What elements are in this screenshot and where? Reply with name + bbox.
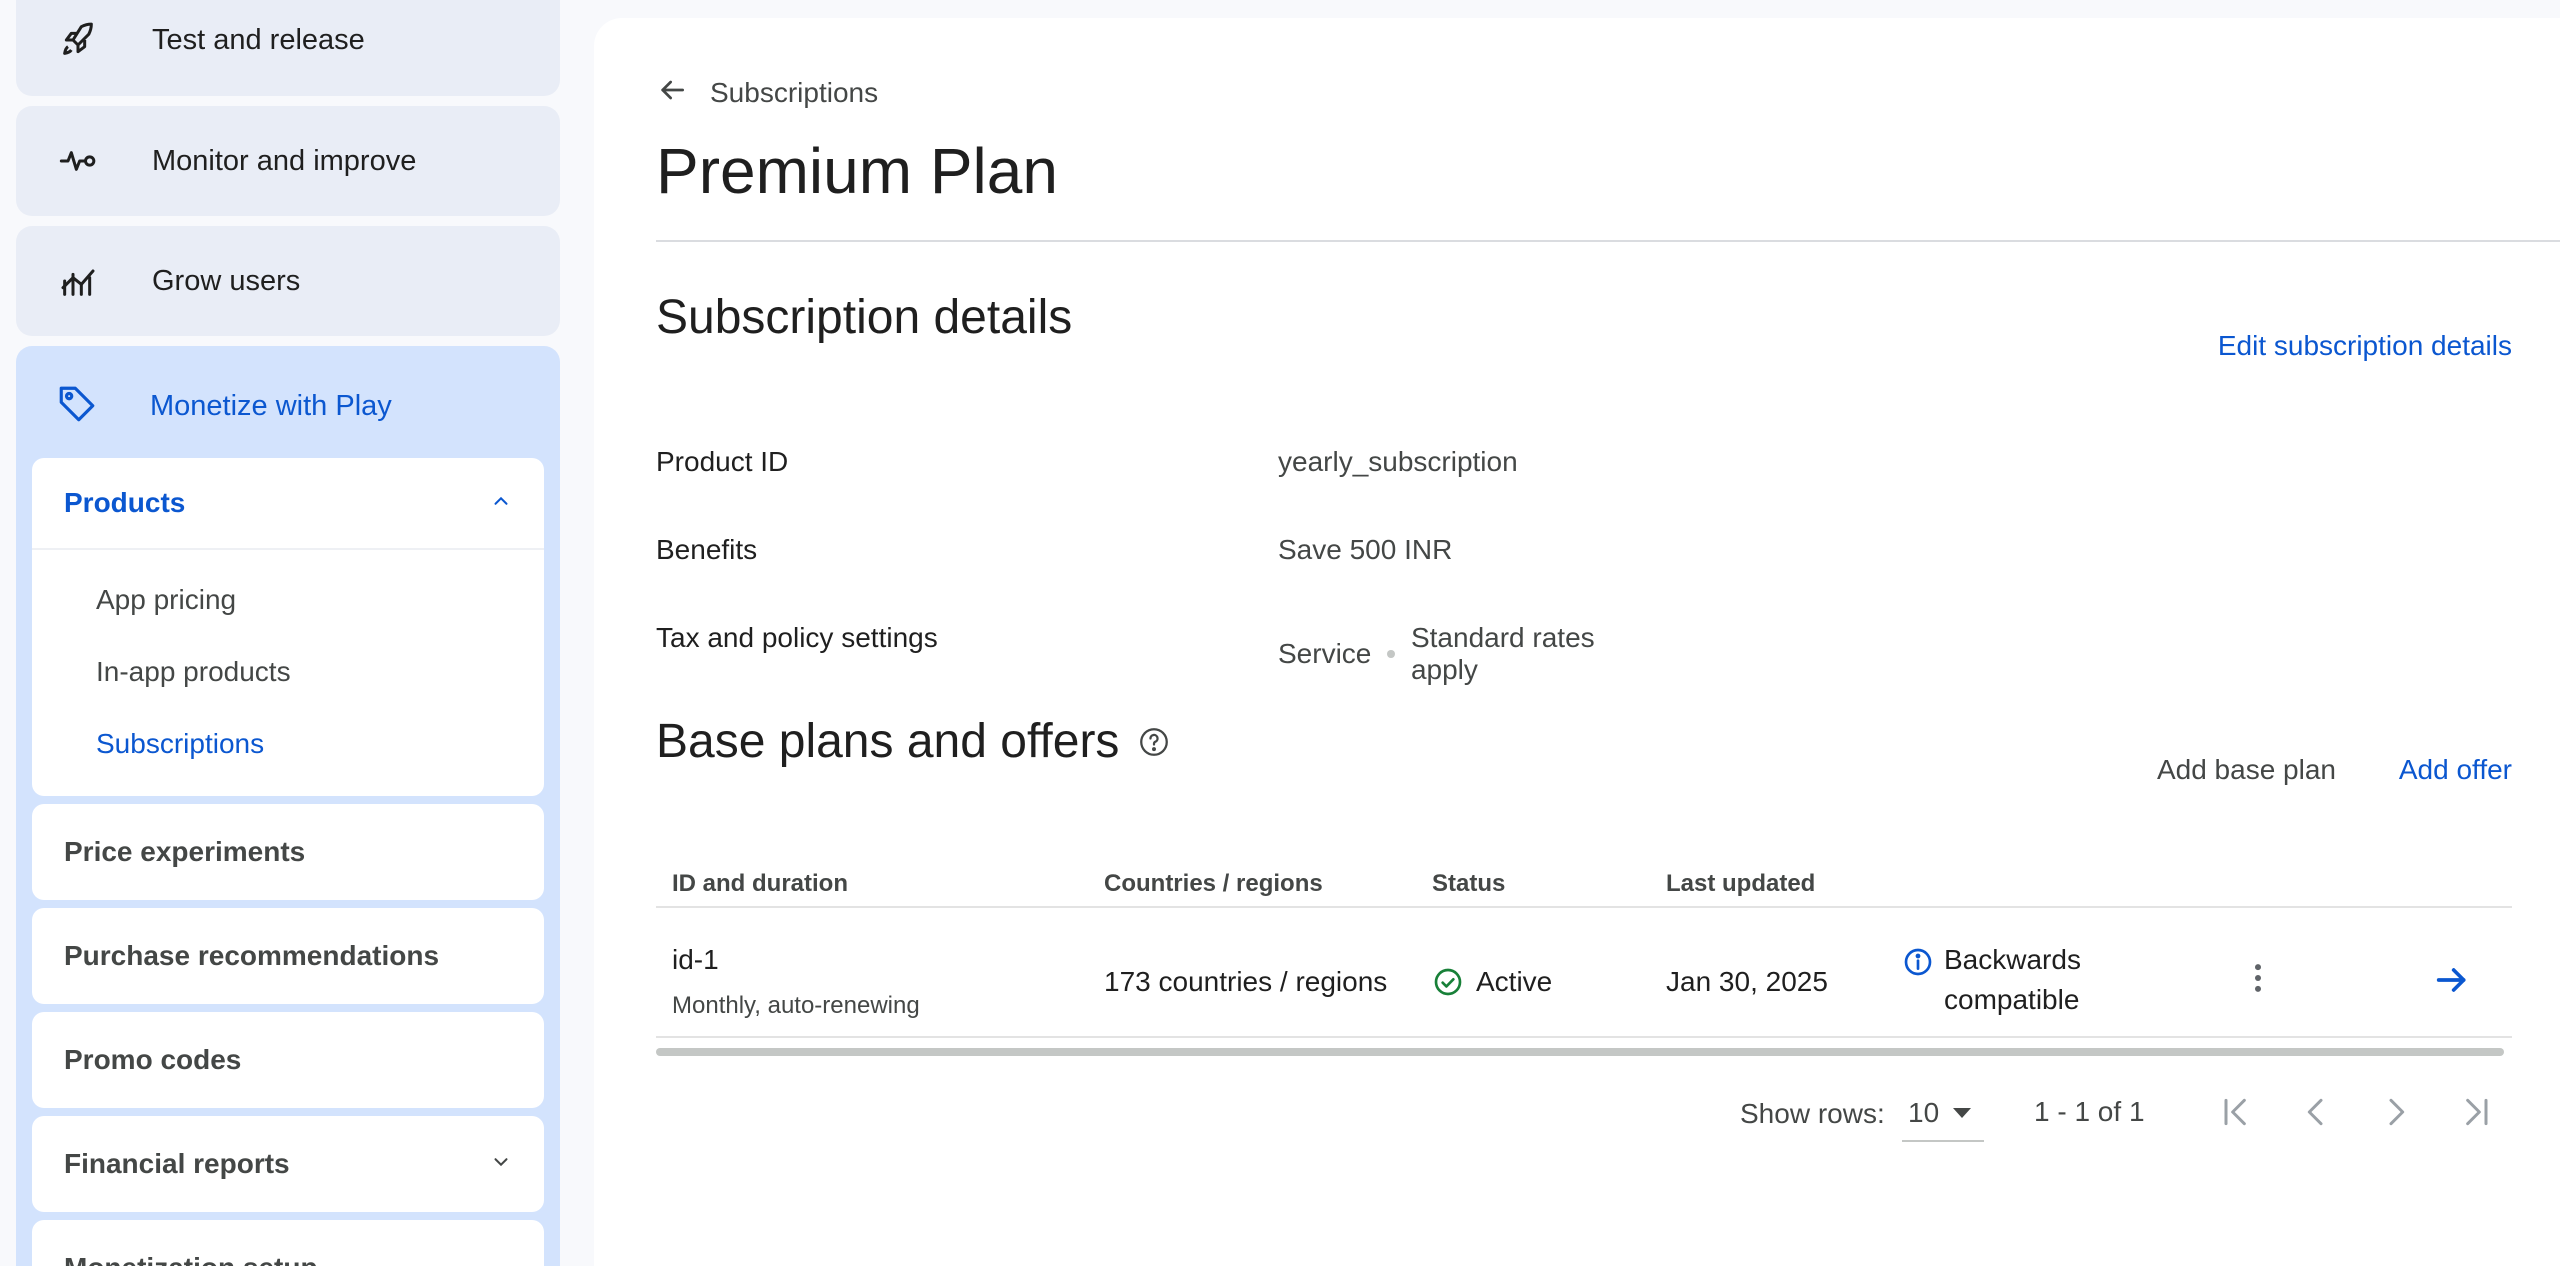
detail-key: Product ID — [656, 446, 789, 477]
last-page-icon[interactable] — [2454, 1090, 2498, 1134]
backwards-compatible-tag: Backwards compatible — [1902, 944, 2144, 1020]
nav-monetize-with-play[interactable]: Monetize with Play — [56, 376, 392, 436]
plan-countries: 173 countries / regions — [1104, 966, 1388, 997]
item-label: Purchase recommendations — [64, 940, 440, 971]
nav-test-and-release[interactable]: Test and release — [16, 0, 560, 96]
sidebar-item-promo-codes[interactable]: Promo codes — [32, 1012, 544, 1108]
last-updated: Jan 30, 2025 — [1666, 966, 1828, 997]
detail-value: Service Standard rates apply — [1278, 622, 1656, 686]
table-header: ID and duration Countries / regions Stat… — [656, 850, 2512, 908]
detail-row-product-id: Product ID yearly_subscription — [656, 446, 1656, 486]
back-label: Subscriptions — [710, 76, 879, 108]
tax-rate: Standard rates apply — [1410, 622, 1595, 685]
nav-monetize-section: Monetize with Play Products App pricing … — [16, 346, 560, 1266]
status-badge: Active — [1432, 966, 1552, 998]
divider — [656, 240, 2560, 242]
arrow-forward-icon[interactable] — [2432, 960, 2472, 1005]
help-icon[interactable] — [1137, 725, 1171, 759]
detail-value: yearly_subscription — [1278, 446, 1518, 477]
arrow-back-icon — [656, 74, 688, 111]
column-header: Countries / regions — [1104, 870, 1323, 897]
rows-per-page-value: 10 — [1908, 1097, 1940, 1128]
tag-icon — [56, 383, 98, 430]
sidebar-item-price-experiments[interactable]: Price experiments — [32, 804, 544, 900]
column-header: Last updated — [1666, 870, 1816, 897]
horizontal-scrollbar[interactable] — [656, 1048, 2504, 1056]
sidebar: Test and release Monitor and improve Gro… — [16, 0, 560, 1266]
check-circle-icon — [1432, 966, 1464, 998]
compat-text: Backwards compatible — [1944, 944, 2081, 1015]
pulse-icon — [56, 139, 100, 183]
previous-page-icon[interactable] — [2294, 1090, 2338, 1134]
detail-row-benefits: Benefits Save 500 INR — [656, 534, 1656, 574]
nav-label: Test and release — [152, 23, 365, 56]
products-label: Products — [64, 487, 186, 518]
nav-label: Grow users — [152, 264, 301, 297]
page-title: Premium Plan — [656, 135, 1058, 207]
sidebar-item-app-pricing[interactable]: App pricing — [32, 564, 544, 636]
more-vert-icon[interactable] — [2238, 958, 2278, 1003]
tax-category: Service — [1278, 638, 1372, 669]
item-label: Financial reports — [64, 1148, 290, 1179]
pagination-range: 1 - 1 of 1 — [2034, 1096, 2145, 1127]
growth-chart-icon — [56, 259, 100, 303]
edit-subscription-details-button[interactable]: Edit subscription details — [2218, 330, 2512, 362]
info-icon — [1902, 946, 1934, 1020]
first-page-icon[interactable] — [2214, 1090, 2258, 1134]
item-label: Monetization setup — [64, 1252, 318, 1266]
detail-key: Tax and policy settings — [656, 622, 938, 653]
rows-per-page-select[interactable]: 10 — [1902, 1086, 1984, 1142]
rocket-icon — [56, 18, 100, 62]
table-row[interactable]: id-1 Monthly, auto-renewing 173 countrie… — [656, 908, 2512, 1038]
add-offer-button[interactable]: Add offer — [2399, 754, 2512, 786]
sidebar-item-subscriptions[interactable]: Subscriptions — [32, 708, 544, 780]
column-header: Status — [1432, 870, 1506, 897]
nav-monitor-and-improve[interactable]: Monitor and improve — [16, 106, 560, 216]
chevron-down-icon — [490, 1148, 512, 1180]
detail-value: Save 500 INR — [1278, 534, 1453, 565]
main-panel: Subscriptions Premium Plan Subscription … — [594, 18, 2560, 1266]
products-toggle[interactable]: Products — [32, 458, 544, 550]
status-text: Active — [1476, 966, 1553, 997]
sidebar-item-financial-reports[interactable]: Financial reports — [32, 1116, 544, 1212]
base-plans-title-text: Base plans and offers — [656, 715, 1120, 768]
back-link[interactable]: Subscriptions — [656, 74, 878, 111]
sidebar-item-purchase-recommendations[interactable]: Purchase recommendations — [32, 908, 544, 1004]
nav-grow-users[interactable]: Grow users — [16, 226, 560, 336]
plan-duration: Monthly, auto-renewing — [672, 992, 920, 1019]
show-rows-label: Show rows: — [1740, 1098, 1885, 1129]
base-plans-title: Base plans and offers — [656, 714, 1171, 769]
products-group: Products App pricing In-app products Sub… — [32, 458, 544, 796]
dropdown-caret-icon — [1953, 1108, 1972, 1118]
separator-dot — [1387, 650, 1395, 658]
column-header: ID and duration — [672, 870, 848, 897]
sidebar-item-in-app-products[interactable]: In-app products — [32, 636, 544, 708]
detail-key: Benefits — [656, 534, 758, 565]
item-label: Price experiments — [64, 836, 306, 867]
subscription-details-title: Subscription details — [656, 291, 1073, 344]
nav-label: Monitor and improve — [152, 144, 417, 177]
nav-label: Monetize with Play — [150, 389, 392, 422]
add-base-plan-button[interactable]: Add base plan — [2157, 754, 2336, 786]
next-page-icon[interactable] — [2374, 1090, 2418, 1134]
plan-id: id-1 — [672, 944, 719, 975]
chevron-up-icon — [490, 490, 512, 517]
item-label: Promo codes — [64, 1044, 242, 1075]
detail-row-tax-policy: Tax and policy settings Service Standard… — [656, 622, 1656, 685]
sidebar-item-monetization-setup[interactable]: Monetization setup — [32, 1220, 544, 1266]
